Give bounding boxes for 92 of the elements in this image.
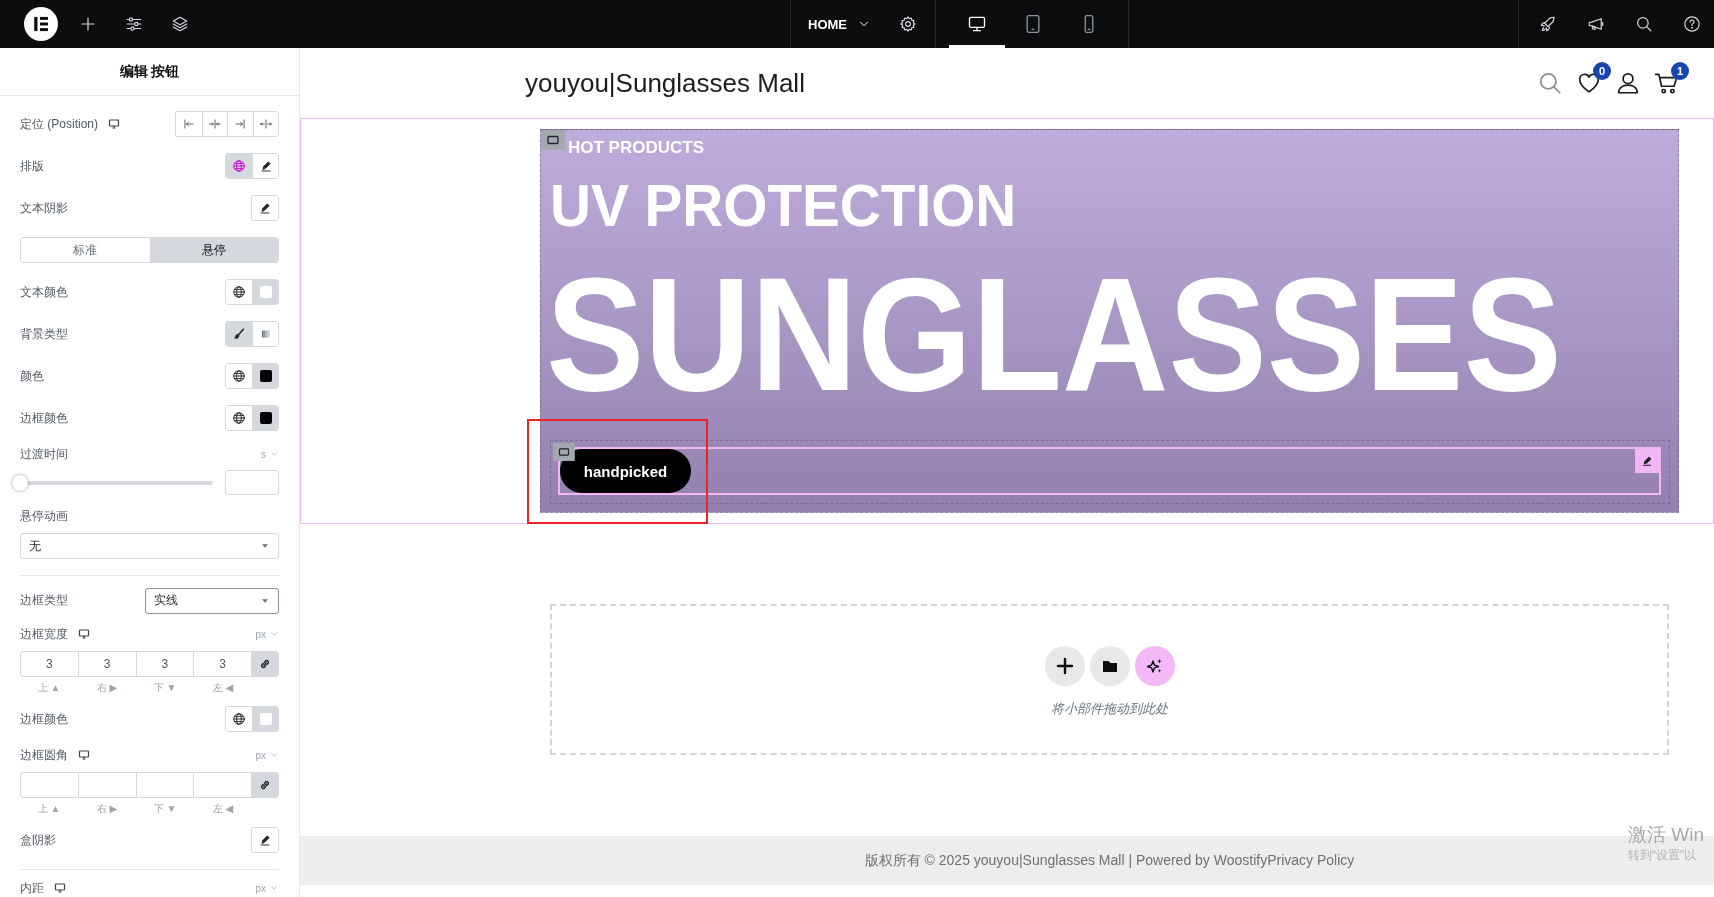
globe-icon [232, 712, 246, 726]
monitor-icon[interactable] [108, 118, 121, 130]
number-field[interactable] [225, 470, 279, 495]
edit-button[interactable] [252, 154, 278, 178]
side-label: 左 ◀ [211, 803, 235, 815]
control-label: 内距 [20, 879, 44, 897]
side-label: 下 ▼ [152, 803, 178, 815]
chevron-down-icon [269, 750, 279, 760]
link-icon [258, 778, 272, 792]
page-menu-button[interactable]: HOME [808, 0, 871, 48]
color-picker-button[interactable] [252, 364, 278, 388]
side-label: 上 ▲ [36, 803, 62, 815]
side-label: 右 ▶ [95, 803, 119, 815]
add-icon[interactable] [1044, 646, 1085, 686]
control-label: 悬停动画 [20, 507, 68, 525]
hero-button[interactable]: handpicked [560, 449, 691, 493]
animation-select[interactable]: 无 [20, 533, 279, 559]
control-label: 边框颜色 [20, 710, 68, 728]
cart-count: 1 [1671, 62, 1689, 80]
desktop-icon [967, 14, 987, 34]
chevron-down-icon [269, 629, 279, 639]
edit-button[interactable] [252, 196, 278, 220]
control-label: 文本颜色 [20, 283, 68, 301]
control-label: 颜色 [20, 367, 44, 385]
control-label: 边框颜色 [20, 409, 68, 427]
control-label: 文本阴影 [20, 199, 68, 217]
state-tab[interactable]: 悬停 [149, 238, 278, 262]
globe-icon [232, 159, 246, 173]
control-label: 边框宽度 [20, 625, 68, 643]
folder-icon[interactable] [1089, 646, 1130, 686]
align-right-icon [233, 117, 248, 131]
rocket-icon[interactable] [1539, 15, 1557, 33]
drop-hint: 将小部件拖动到此处 [1051, 700, 1168, 718]
control-label: 定位 (Position) [20, 115, 99, 133]
footer-text: 版权所有 © 2025 youyou|Sunglasses Mall | Powered by WoostifyPrivacy Policy [864, 851, 1355, 870]
link-values-button[interactable] [251, 773, 278, 797]
megaphone-icon[interactable] [1587, 15, 1605, 33]
settings-icon[interactable] [899, 15, 917, 33]
side-label: 左 ◀ [211, 682, 235, 694]
panel-title: 编辑 按钮 [0, 48, 299, 96]
site-title[interactable]: youyou|Sunglasses Mall [525, 67, 805, 99]
border-type-select[interactable]: 实线 [145, 587, 279, 614]
side-label: 上 ▲ [36, 682, 62, 694]
container-handle-icon[interactable] [541, 130, 565, 150]
help-icon[interactable] [1683, 15, 1701, 33]
align-center-icon [207, 117, 222, 131]
stretch-icon [258, 117, 273, 131]
dimension-field[interactable]: 3 [21, 652, 78, 676]
pencil-icon [258, 159, 273, 173]
chevron-down-icon [269, 883, 279, 893]
color-picker-button[interactable] [252, 707, 278, 731]
control-label: 排版 [20, 157, 44, 175]
pencil-icon [258, 833, 272, 847]
side-label: 下 ▼ [152, 682, 178, 694]
sparkle-icon[interactable] [1134, 646, 1175, 686]
plus-icon[interactable] [79, 15, 97, 33]
link-icon [258, 657, 272, 671]
chevron-down-icon [269, 449, 279, 459]
globe-icon [232, 411, 246, 425]
align-left-icon [181, 117, 196, 131]
monitor-icon[interactable] [54, 882, 66, 894]
activation-notice-text: 激活 Win [1628, 823, 1705, 847]
color-picker-button[interactable] [252, 280, 278, 304]
monitor-icon[interactable] [78, 749, 90, 761]
sliders-icon[interactable] [125, 15, 143, 33]
search-icon[interactable] [1635, 15, 1653, 33]
logo-icon[interactable] [24, 7, 58, 41]
pencil-icon [258, 201, 272, 215]
widget-handle-icon[interactable] [553, 443, 575, 461]
dimension-field[interactable]: 3 [77, 652, 136, 676]
hero-title: SUNGLASSES [546, 253, 1562, 415]
control-label: 边框圆角 [20, 746, 68, 764]
hero-eyebrow: HOT PRODUCTS [568, 138, 705, 158]
control-label: 过渡时间 [20, 445, 68, 463]
wishlist-count: 0 [1593, 62, 1611, 80]
layers-icon[interactable] [171, 15, 189, 33]
control-label: 边框类型 [20, 592, 68, 609]
side-label: 右 ▶ [95, 682, 119, 694]
slider-thumb[interactable] [12, 474, 28, 491]
control-label: 盒阴影 [20, 831, 56, 849]
edit-widget-icon[interactable] [1635, 449, 1659, 473]
globe-icon [232, 285, 246, 299]
control-label: 背景类型 [20, 325, 68, 343]
dimension-field[interactable]: 3 [135, 652, 194, 676]
brush-icon [232, 327, 246, 341]
color-picker-button[interactable] [252, 406, 278, 430]
globe-icon [232, 369, 246, 383]
user-icon[interactable] [1615, 70, 1641, 96]
monitor-icon[interactable] [78, 628, 90, 640]
link-values-button[interactable] [251, 652, 278, 676]
edit-button[interactable] [252, 828, 278, 852]
hero-headline: UV PROTECTION [550, 176, 1017, 236]
